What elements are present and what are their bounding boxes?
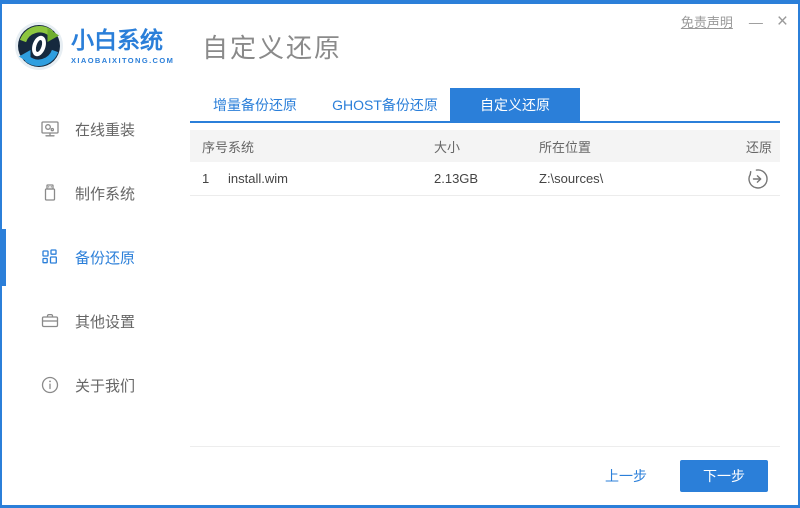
row-action-cell (712, 167, 772, 191)
table-row: 1 install.wim 2.13GB Z:\sources\ (190, 162, 780, 196)
info-icon (40, 375, 60, 395)
brand: 小白系统 XIAOBAIXITONG.COM (2, 21, 180, 71)
sidebar-item-make-system[interactable]: 制作系统 (2, 161, 180, 225)
tab-ghost-backup-restore[interactable]: GHOST备份还原 (320, 88, 450, 121)
sidebar-item-label: 备份还原 (75, 249, 136, 267)
window-controls: 免责声明 — × (681, 12, 788, 31)
app-logo-icon (14, 21, 64, 71)
next-button[interactable]: 下一步 (680, 460, 768, 492)
content-area: 增量备份还原 GHOST备份还原 自定义还原 序号 系统 大小 所在位置 还原 … (180, 88, 798, 505)
grid-icon (40, 247, 60, 267)
footer: 上一步 下一步 (190, 446, 780, 505)
row-location: Z:\sources\ (539, 171, 604, 186)
tab-incremental-backup-restore[interactable]: 增量备份还原 (190, 88, 320, 121)
sidebar-item-label: 制作系统 (75, 185, 136, 203)
sidebar-item-online-reinstall[interactable]: 在线重装 (2, 97, 180, 161)
usb-drive-icon (40, 183, 60, 203)
brand-text: 小白系统 XIAOBAIXITONG.COM (71, 27, 174, 64)
table-header: 序号 系统 大小 所在位置 还原 (190, 130, 780, 162)
minimize-icon[interactable]: — (749, 15, 763, 29)
brand-name: 小白系统 (71, 27, 163, 54)
sidebar-item-other-settings[interactable]: 其他设置 (2, 289, 180, 353)
column-header-index: 序号 (202, 139, 229, 155)
main-area: 在线重装 制作系统 备份还原 其他设置 关于我们 增量备份还原 GHOST备份还… (2, 88, 798, 505)
tab-bar: 增量备份还原 GHOST备份还原 自定义还原 (190, 88, 780, 123)
page-title: 自定义还原 (202, 32, 343, 63)
column-header-size: 大小 (434, 139, 461, 155)
briefcase-icon (40, 311, 60, 331)
disclaimer-link[interactable]: 免责声明 (681, 12, 733, 31)
column-header-system: 系统 (228, 139, 255, 155)
tab-custom-restore[interactable]: 自定义还原 (450, 88, 580, 121)
sidebar-item-label: 在线重装 (75, 121, 136, 139)
restore-icon[interactable] (746, 167, 770, 191)
column-header-restore: 还原 (745, 139, 772, 155)
monitor-icon (40, 119, 60, 139)
sidebar: 在线重装 制作系统 备份还原 其他设置 关于我们 (2, 88, 180, 505)
sidebar-item-label: 其他设置 (75, 313, 136, 331)
row-size: 2.13GB (434, 171, 479, 186)
sidebar-item-label: 关于我们 (75, 377, 136, 395)
sidebar-item-backup-restore[interactable]: 备份还原 (2, 225, 180, 289)
brand-domain: XIAOBAIXITONG.COM (71, 55, 175, 65)
row-system-name: install.wim (228, 171, 288, 186)
back-button[interactable]: 上一步 (599, 465, 653, 487)
app-window: 小白系统 XIAOBAIXITONG.COM 自定义还原 免责声明 — × 在线… (0, 0, 800, 508)
column-header-location: 所在位置 (539, 139, 592, 155)
window-header: 小白系统 XIAOBAIXITONG.COM 自定义还原 免责声明 — × (2, 4, 798, 88)
sidebar-item-about-us[interactable]: 关于我们 (2, 353, 180, 417)
row-index: 1 (202, 171, 210, 186)
close-icon[interactable]: × (777, 12, 788, 31)
